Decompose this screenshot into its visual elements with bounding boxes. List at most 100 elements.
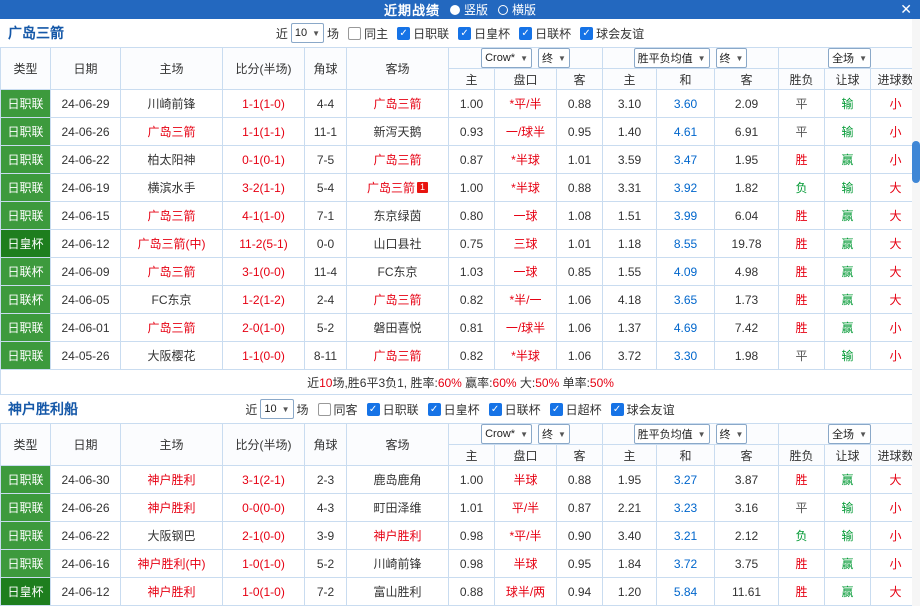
scope-select[interactable]: 全场▼ xyxy=(828,48,871,68)
avg-group-header: 胜平负均值▼终▼ xyxy=(603,424,779,445)
col-header: 类型 xyxy=(1,424,51,466)
scope-group-header: 全场▼ xyxy=(779,424,920,445)
league-filter-4[interactable]: ✓日超杯 xyxy=(550,401,602,418)
table-row: 日职联24-06-30神户胜利3-1(2-1)2-3鹿岛鹿角1.00半球0.88… xyxy=(1,466,920,494)
league-filter-1[interactable]: ✓日职联 xyxy=(397,25,449,42)
recent-unit-label: 场 xyxy=(327,25,339,42)
cell-avg-draw: 3.30 xyxy=(657,342,715,370)
summary-row: 近10场,胜6平3负1, 胜率:60% 赢率:60% 大:50% 单率:50% xyxy=(1,370,920,395)
league-checkbox[interactable]: ✓ xyxy=(428,403,441,416)
cell-result: 平 xyxy=(779,90,825,118)
avg-type-select[interactable]: 胜平负均值▼ xyxy=(634,424,710,444)
cell-odds-away: 0.88 xyxy=(557,90,603,118)
cell-avg-away: 1.95 xyxy=(715,146,779,174)
cell-date: 24-06-16 xyxy=(51,550,121,578)
cell-league-type: 日皇杯 xyxy=(1,578,51,606)
cell-avg-away: 11.61 xyxy=(715,578,779,606)
avg-final-select[interactable]: 终▼ xyxy=(716,424,748,444)
league-checkbox[interactable]: ✓ xyxy=(519,27,532,40)
same-side-filter[interactable]: 同客 xyxy=(318,401,358,418)
layout-radio-vertical[interactable]: 竖版 xyxy=(450,1,488,18)
cell-score: 1-1(0-0) xyxy=(223,342,305,370)
cell-corners: 7-2 xyxy=(305,578,347,606)
same-side-checkbox[interactable] xyxy=(318,403,331,416)
odds-final-select[interactable]: 终▼ xyxy=(538,48,570,68)
cell-away-team: 神户胜利 xyxy=(347,522,449,550)
cell-avg-draw: 4.61 xyxy=(657,118,715,146)
cell-handicap-result: 输 xyxy=(825,342,871,370)
cell-date: 24-06-01 xyxy=(51,314,121,342)
league-filter-1[interactable]: ✓日职联 xyxy=(367,401,419,418)
scrollbar-thumb[interactable] xyxy=(912,141,920,183)
league-filter-5[interactable]: ✓球会友谊 xyxy=(611,401,675,418)
cell-league-type: 日联杯 xyxy=(1,258,51,286)
scrollbar[interactable] xyxy=(912,19,920,606)
cell-handicap: 半球 xyxy=(495,466,557,494)
avg-final-select-value: 终 xyxy=(720,50,731,66)
cell-avg-home: 4.18 xyxy=(603,286,657,314)
league-checkbox[interactable]: ✓ xyxy=(580,27,593,40)
same-side-checkbox[interactable] xyxy=(348,27,361,40)
cell-avg-draw: 3.99 xyxy=(657,202,715,230)
league-filter-4[interactable]: ✓球会友谊 xyxy=(580,25,644,42)
cell-handicap-result: 输 xyxy=(825,494,871,522)
recent-count-select[interactable]: 10▼ xyxy=(260,399,293,419)
cell-corners: 7-5 xyxy=(305,146,347,174)
team-section-2: 神户胜利船近10▼场同客✓日职联✓日皇杯✓日联杯✓日超杯✓球会友谊类型日期主场比… xyxy=(0,395,920,606)
avg-final-select[interactable]: 终▼ xyxy=(716,48,748,68)
avg-type-select-value: 胜平负均值 xyxy=(638,426,693,442)
cell-odds-away: 1.01 xyxy=(557,230,603,258)
league-filter-2[interactable]: ✓日皇杯 xyxy=(428,401,480,418)
home-team-name: 川崎前锋 xyxy=(147,97,195,111)
cell-handicap-result: 赢 xyxy=(825,258,871,286)
league-filter-2[interactable]: ✓日皇杯 xyxy=(458,25,510,42)
league-checkbox[interactable]: ✓ xyxy=(489,403,502,416)
scope-select[interactable]: 全场▼ xyxy=(828,424,871,444)
league-label: 日职联 xyxy=(413,25,449,42)
league-checkbox[interactable]: ✓ xyxy=(397,27,410,40)
odds-final-select[interactable]: 终▼ xyxy=(538,424,570,444)
league-checkbox[interactable]: ✓ xyxy=(550,403,563,416)
avg-final-select-arrow-icon: ▼ xyxy=(736,430,744,439)
cell-league-type: 日职联 xyxy=(1,342,51,370)
cell-result: 胜 xyxy=(779,550,825,578)
cell-odds-away: 0.88 xyxy=(557,466,603,494)
col-header: 日期 xyxy=(51,48,121,90)
odds-group-header: Crow*▼ 终▼ xyxy=(449,424,603,445)
cell-league-type: 日职联 xyxy=(1,146,51,174)
cell-date: 24-06-30 xyxy=(51,466,121,494)
cell-avg-draw: 3.21 xyxy=(657,522,715,550)
section-header: 神户胜利船近10▼场同客✓日职联✓日皇杯✓日联杯✓日超杯✓球会友谊 xyxy=(0,395,920,423)
cell-handicap-result: 赢 xyxy=(825,202,871,230)
sub-col-header: 胜负 xyxy=(779,69,825,90)
league-filter-3[interactable]: ✓日联杯 xyxy=(519,25,571,42)
cell-corners: 2-4 xyxy=(305,286,347,314)
cell-score: 3-1(0-0) xyxy=(223,258,305,286)
table-row: 日联杯24-06-05FC东京1-2(1-2)2-4广岛三箭0.82*半/一1.… xyxy=(1,286,920,314)
same-side-label: 同客 xyxy=(334,401,358,418)
odds-company-select[interactable]: Crow*▼ xyxy=(481,424,532,444)
recent-filter: 近10▼场 xyxy=(245,399,308,419)
league-checkbox[interactable]: ✓ xyxy=(458,27,471,40)
cell-away-team: 广岛三箭 xyxy=(347,90,449,118)
league-checkbox[interactable]: ✓ xyxy=(611,403,624,416)
cell-date: 24-06-29 xyxy=(51,90,121,118)
cell-odds-home: 0.88 xyxy=(449,578,495,606)
layout-radio-horizontal[interactable]: 横版 xyxy=(498,1,536,18)
table-row: 日职联24-06-01广岛三箭2-0(1-0)5-2磐田喜悦0.81一/球半1.… xyxy=(1,314,920,342)
league-filter-3[interactable]: ✓日联杯 xyxy=(489,401,541,418)
sub-col-header: 和 xyxy=(657,69,715,90)
league-checkbox[interactable]: ✓ xyxy=(367,403,380,416)
cell-avg-away: 3.87 xyxy=(715,466,779,494)
avg-type-select[interactable]: 胜平负均值▼ xyxy=(634,48,710,68)
close-icon[interactable]: ✕ xyxy=(900,1,912,18)
recent-count-select[interactable]: 10▼ xyxy=(291,23,324,43)
odds-company-select-value: Crow* xyxy=(485,428,515,440)
cell-result: 负 xyxy=(779,522,825,550)
odds-company-select[interactable]: Crow*▼ xyxy=(481,48,532,68)
cell-handicap: 平/半 xyxy=(495,494,557,522)
same-side-filter[interactable]: 同主 xyxy=(348,25,388,42)
cell-home-team: FC东京 xyxy=(121,286,223,314)
cell-date: 24-06-12 xyxy=(51,578,121,606)
col-header: 类型 xyxy=(1,48,51,90)
